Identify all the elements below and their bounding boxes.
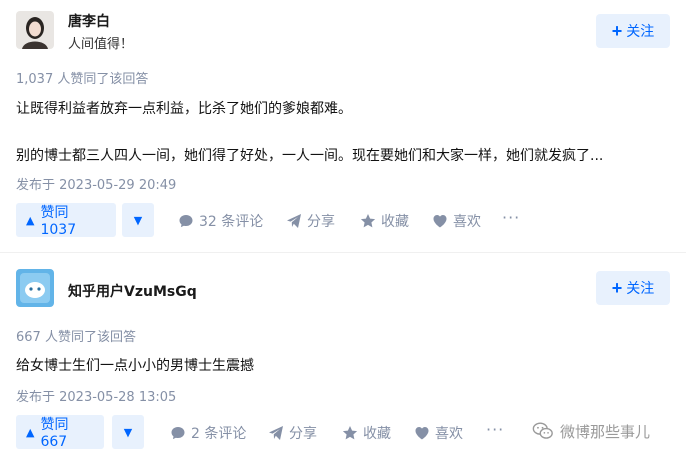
triangle-up-icon: ▲ [26,425,35,439]
collect-button[interactable]: 收藏 [342,423,391,443]
follow-label: 关注 [626,280,655,296]
plus-icon: + [611,21,623,41]
answer-content-line: 别的博士都三人四人一间，她们得了好处，一人一间。现在要她们和大家一样，她们就发疯… [16,148,604,164]
answer-card: 唐李白 人间值得！ + 关注 1,037 人赞同了该回答 让既得利益者放弃一点利… [0,0,686,252]
share-button[interactable]: 分享 [286,211,335,231]
more-dots-icon[interactable]: ··· [502,208,520,227]
avatar[interactable] [16,11,54,49]
collect-label: 收藏 [381,214,409,230]
follow-label: 关注 [626,23,655,39]
more-dots-icon[interactable]: ··· [486,420,504,439]
triangle-down-icon: ▼ [123,425,133,439]
paper-plane-icon [269,426,283,440]
triangle-up-icon: ▲ [26,213,35,227]
comment-bubble-icon [179,215,193,228]
answer-content-line: 让既得利益者放弃一点利益，比杀了她们的爹娘都难。 [16,101,352,117]
downvote-button[interactable]: ▼ [112,415,144,449]
avatar[interactable] [16,269,54,307]
follow-button[interactable]: + 关注 [596,14,670,48]
share-label: 分享 [307,214,335,230]
triangle-down-icon: ▼ [133,213,143,227]
like-button[interactable]: 喜欢 [414,423,463,443]
collect-button[interactable]: 收藏 [360,211,409,231]
like-button[interactable]: 喜欢 [432,211,481,231]
author-name[interactable]: 唐李白 [68,11,110,31]
star-icon [360,214,376,228]
like-label: 喜欢 [435,426,463,442]
publish-time: 发布于 2023-05-28 13:05 [16,390,177,405]
answer-content-line: 给女博士生们一点小小的男博士生震撼 [16,358,254,374]
share-button[interactable]: 分享 [268,423,317,443]
upvote-button[interactable]: ▲ 赞同 667 [16,415,104,450]
share-label: 分享 [289,426,317,442]
comment-bubble-icon [171,427,185,440]
paper-plane-icon [287,214,301,228]
publish-time: 发布于 2023-05-29 20:49 [16,178,177,193]
watermark-text: 微博那些事儿 [560,422,651,441]
comment-button[interactable]: 2 条评论 [170,423,246,443]
upvote-button[interactable]: ▲ 赞同 1037 [16,203,116,238]
comment-button[interactable]: 32 条评论 [178,211,263,231]
comments-label: 2 条评论 [191,426,247,442]
heart-icon [415,427,429,440]
upvote-label: 赞同 1037 [40,205,77,238]
comments-label: 32 条评论 [199,214,264,230]
author-name[interactable]: 知乎用户VzuMsGq [68,281,197,301]
follow-button[interactable]: + 关注 [596,271,670,305]
heart-icon [433,215,447,228]
collect-label: 收藏 [363,426,391,442]
downvote-button[interactable]: ▼ [122,203,154,237]
star-icon [342,426,358,440]
author-bio: 人间值得！ [68,37,134,52]
vote-summary: 1,037 人赞同了该回答 [16,72,149,87]
plus-icon: + [611,278,623,298]
vote-summary: 667 人赞同了该回答 [16,330,136,345]
watermark: 微博那些事儿 [532,420,650,442]
like-label: 喜欢 [453,214,481,230]
upvote-label: 赞同 667 [40,417,69,450]
wechat-logo-icon [532,422,553,439]
